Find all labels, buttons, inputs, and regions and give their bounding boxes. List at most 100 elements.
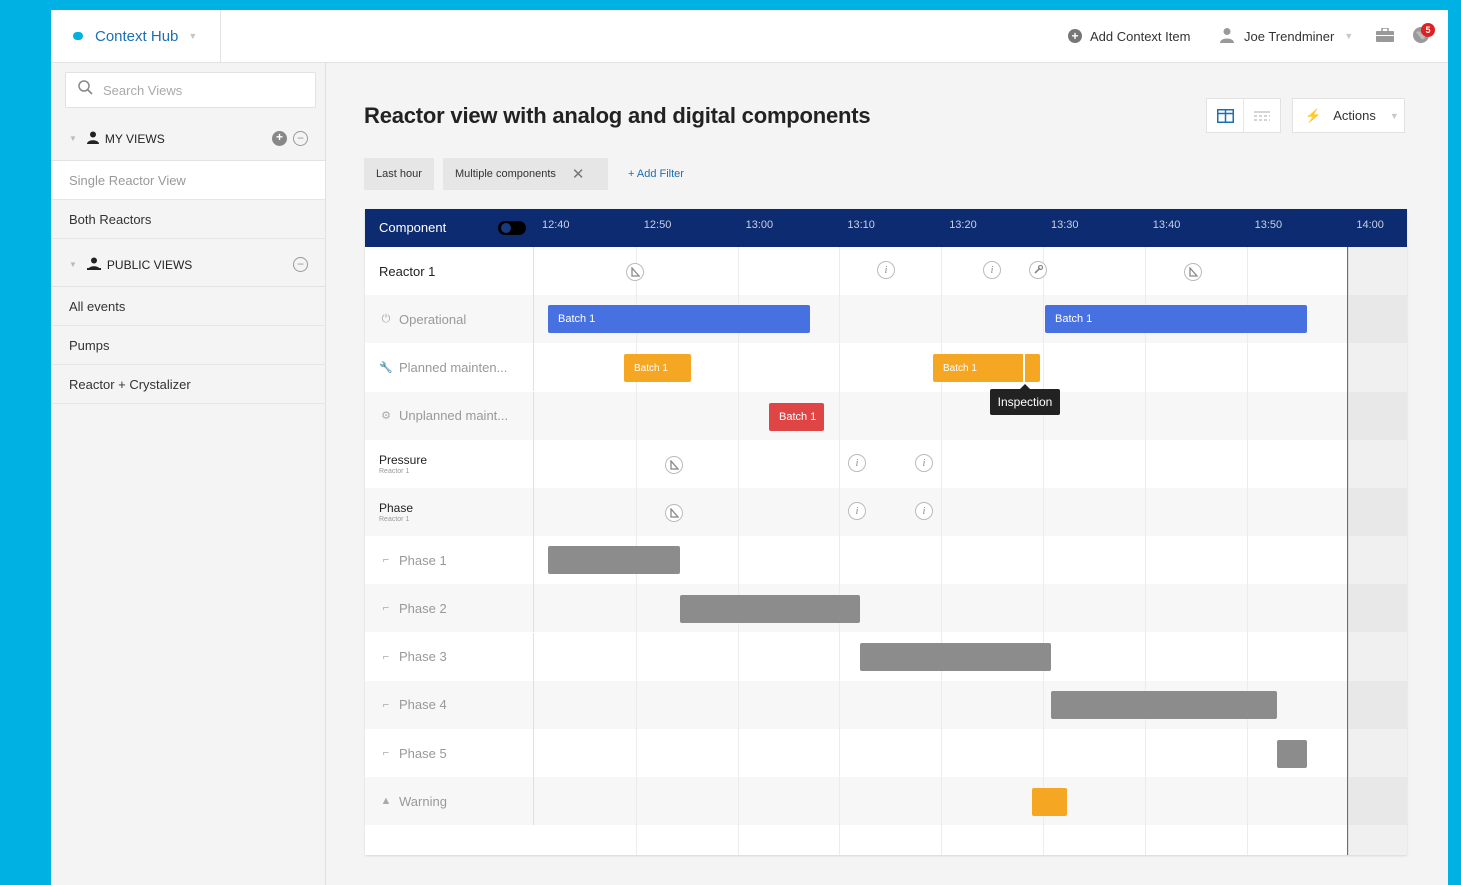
- filter-multiple-components[interactable]: Multiple components ✕: [443, 158, 608, 190]
- row-title: Planned mainten...: [399, 359, 508, 375]
- row-label[interactable]: ⌐ Phase 3: [365, 632, 534, 681]
- row-label[interactable]: ⌐ Phase 2: [365, 584, 534, 633]
- cog-icon: ⚙: [381, 410, 391, 423]
- info-icon[interactable]: i: [915, 454, 933, 472]
- columns-icon: [1216, 108, 1234, 123]
- row-label[interactable]: Pressure Reactor 1: [365, 439, 534, 488]
- sidebar-item-both-reactors[interactable]: Both Reactors: [51, 200, 325, 239]
- row-title: Unplanned maint...: [399, 408, 509, 424]
- power-icon: ⏻: [381, 312, 391, 325]
- timeline-row: Pressure Reactor 1: [365, 439, 1407, 488]
- filter-last-hour[interactable]: Last hour: [364, 158, 434, 190]
- briefcase-icon: [1376, 26, 1394, 45]
- row-label-stack: Pressure Reactor 1: [379, 453, 427, 475]
- row-title: Phase: [379, 501, 414, 515]
- chart-event-icon[interactable]: [665, 504, 683, 522]
- context-hub-menu[interactable]: Context Hub ▼: [51, 10, 221, 62]
- wrench-icon[interactable]: [1029, 261, 1047, 279]
- sidebar-item-reactor-crystalizer[interactable]: Reactor + Crystalizer: [51, 365, 325, 404]
- brand-dot-icon: [73, 32, 83, 40]
- row-subtitle: Reactor 1: [379, 467, 410, 475]
- row-label[interactable]: ▲ Warning: [365, 777, 534, 826]
- row-label-stack: Phase Reactor 1: [379, 501, 413, 523]
- user-name: Joe Trendminer: [1244, 28, 1335, 44]
- chevron-down-icon: ▼: [1389, 110, 1399, 121]
- bar-split-marker: [1023, 354, 1025, 382]
- collapse-triangle-icon: ▼: [69, 134, 77, 143]
- plus-circle-icon: +: [1068, 29, 1082, 43]
- time-tick-label: 12:50: [643, 219, 672, 231]
- brand-name: Context Hub: [95, 27, 179, 45]
- sidebar-item-pumps[interactable]: Pumps: [51, 326, 325, 365]
- time-tick-label: 13:00: [745, 219, 774, 231]
- row-label[interactable]: 🔧 Planned mainten...: [365, 343, 534, 392]
- my-views-header[interactable]: ▼ MY VIEWS + −: [51, 117, 325, 161]
- timeline-view-button[interactable]: [1207, 99, 1243, 132]
- info-icon[interactable]: i: [848, 502, 866, 520]
- add-filter-link[interactable]: + Add Filter: [628, 158, 684, 190]
- view-toggle: [1206, 98, 1281, 133]
- time-tick-label: 13:20: [949, 219, 977, 231]
- row-label[interactable]: ⌐ Phase 5: [365, 729, 534, 777]
- current-time-line: [1347, 247, 1348, 855]
- notification-badge: 5: [1421, 23, 1435, 37]
- phase-4-bar[interactable]: [1051, 691, 1277, 719]
- operational-batch-bar[interactable]: Batch 1: [548, 305, 810, 333]
- add-view-button[interactable]: +: [272, 131, 287, 146]
- search-views-input[interactable]: [101, 81, 295, 99]
- briefcase-button[interactable]: [1376, 10, 1394, 62]
- actions-label: Actions: [1333, 108, 1376, 123]
- phase-3-bar[interactable]: [860, 643, 1051, 671]
- gridline: [737, 247, 739, 855]
- chart-event-icon[interactable]: [1184, 263, 1202, 281]
- add-context-item-button[interactable]: + Add Context Item: [1068, 10, 1190, 62]
- row-label[interactable]: ⌐ Phase 4: [365, 680, 534, 729]
- row-title: Phase 2: [399, 600, 447, 616]
- unplanned-maintenance-bar[interactable]: Batch 1: [769, 403, 824, 431]
- collapse-my-views-button[interactable]: −: [293, 131, 308, 146]
- chart-event-icon[interactable]: [665, 456, 683, 474]
- row-label[interactable]: Reactor 1: [365, 247, 534, 295]
- sidebar-item-single-reactor-view[interactable]: Single Reactor View: [51, 161, 325, 200]
- close-icon[interactable]: ✕: [572, 165, 585, 183]
- step-signal-icon: ⌐: [382, 602, 390, 615]
- public-views-header[interactable]: ▼ PUBLIC VIEWS −: [51, 243, 325, 287]
- list-view-button[interactable]: [1243, 99, 1280, 132]
- info-icon[interactable]: i: [877, 261, 895, 279]
- actions-dropdown[interactable]: ⚡ Actions ▼: [1292, 98, 1405, 133]
- info-icon[interactable]: i: [848, 454, 866, 472]
- wrench-icon: 🔧: [379, 361, 393, 374]
- user-icon: [86, 131, 99, 147]
- component-toggle[interactable]: [498, 221, 526, 235]
- phase-2-bar[interactable]: [680, 595, 860, 623]
- row-label[interactable]: ⌐ Phase 1: [365, 536, 534, 585]
- warning-bar[interactable]: [1032, 788, 1067, 816]
- chevron-down-icon: ▼: [188, 31, 198, 41]
- gridline: [839, 247, 841, 855]
- step-signal-icon: ⌐: [382, 650, 390, 663]
- collapse-public-views-button[interactable]: −: [293, 257, 308, 272]
- row-label[interactable]: ⚙ Unplanned maint...: [365, 391, 534, 440]
- row-label[interactable]: ⏻ Operational: [365, 295, 534, 344]
- collapse-triangle-icon: ▼: [69, 260, 77, 269]
- row-subtitle: Reactor 1: [379, 516, 410, 523]
- chevron-down-icon: ▼: [1344, 31, 1354, 41]
- inspection-tooltip: Inspection: [990, 384, 1060, 415]
- info-icon[interactable]: i: [915, 502, 933, 520]
- row-title: Phase 3: [399, 649, 447, 665]
- warning-icon: ▲: [380, 795, 392, 808]
- main-content: Reactor view with analog and digital com…: [326, 63, 1448, 885]
- user-menu[interactable]: Joe Trendminer ▼: [1220, 10, 1353, 62]
- chart-event-icon[interactable]: [626, 263, 644, 281]
- phase-5-bar[interactable]: [1277, 740, 1307, 768]
- planned-maintenance-bar[interactable]: Batch 1: [624, 354, 691, 382]
- timeline-row: Phase Reactor 1: [365, 488, 1407, 536]
- sidebar-item-all-events[interactable]: All events: [51, 287, 325, 326]
- phase-1-bar[interactable]: [548, 546, 680, 574]
- info-icon[interactable]: i: [983, 261, 1001, 279]
- operational-batch-bar[interactable]: Batch 1: [1045, 305, 1307, 333]
- time-tick-label: 12:40: [542, 219, 570, 231]
- timeline-row: ⌐ Phase 1: [365, 536, 1407, 585]
- time-tick-label: 13:40: [1152, 219, 1181, 231]
- row-label[interactable]: Phase Reactor 1: [365, 488, 534, 536]
